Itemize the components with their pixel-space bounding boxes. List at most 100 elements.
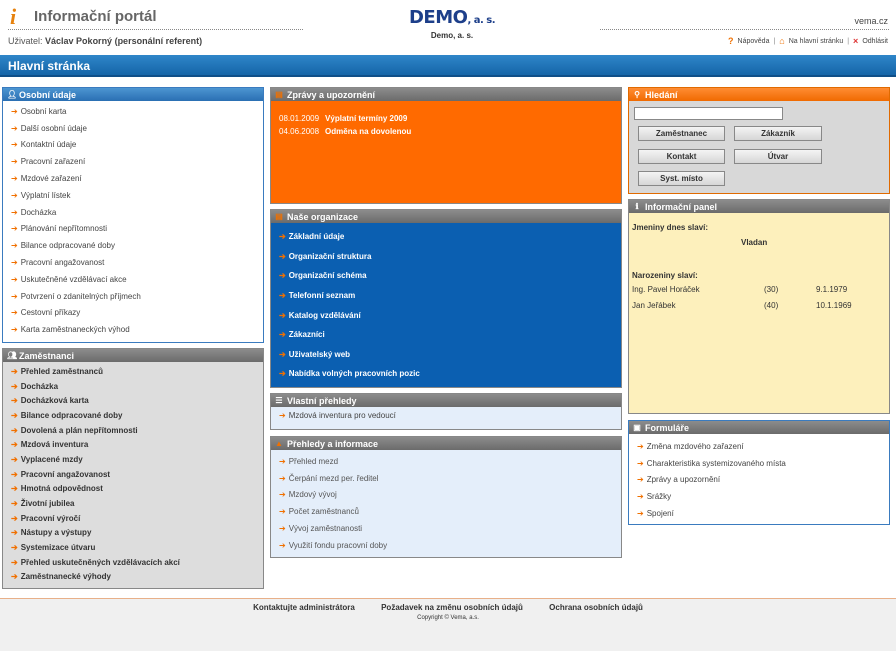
header-divider: [8, 29, 303, 30]
arrow-icon: ➔: [279, 251, 286, 261]
report-item[interactable]: ➔ Počet zaměstnanců: [271, 503, 621, 520]
form-item-label: Zprávy a upozornění: [646, 475, 721, 485]
arrow-icon: ➔: [637, 458, 644, 468]
arrow-icon: ➔: [11, 308, 18, 318]
personal-item[interactable]: ➔ Pracovní angažovanost: [3, 254, 263, 271]
news-item[interactable]: 04.06.2008 Odměna na dovolenou: [279, 127, 613, 140]
report-item[interactable]: ➔ Vývoj zaměstnanosti: [271, 520, 621, 537]
employee-item[interactable]: ➔ Docházková karta: [3, 393, 263, 408]
employee-item-label: Vyplacené mzdy: [20, 454, 83, 464]
news-panel: ▤ Zprávy a upozornění 08.01.2009 Výplatní…: [270, 87, 622, 204]
personal-item[interactable]: ➔ Docházka: [3, 204, 263, 221]
forms-panel: ▣ Formuláře ➔ Změna mzdového zařazení ➔ Cha…: [628, 420, 890, 525]
site-link[interactable]: vema.cz: [854, 16, 888, 26]
personal-item[interactable]: ➔ Potvrzení o zdanitelných příjmech: [3, 288, 263, 305]
logout-link[interactable]: Odhlásit: [862, 38, 888, 45]
org-item[interactable]: ➔ Uživatelský web: [271, 345, 621, 365]
employee-item[interactable]: ➔ Životní jubilea: [3, 496, 263, 511]
arrow-icon: ➔: [279, 473, 286, 483]
privacy-link[interactable]: Ochrana osobních údajů: [549, 603, 643, 612]
employee-item[interactable]: ➔ Přehled uskutečněných vzdělávacích akcí: [3, 555, 263, 570]
contact-admin-link[interactable]: Kontaktujte administrátora: [253, 603, 355, 612]
arrow-icon: ➔: [279, 369, 286, 379]
arrow-icon: ➔: [11, 174, 18, 184]
form-item[interactable]: ➔ Spojení: [629, 505, 889, 522]
personal-item[interactable]: ➔ Kontaktní údaje: [3, 137, 263, 154]
report-item[interactable]: ➔ Mzdový vývoj: [271, 487, 621, 504]
org-item[interactable]: ➔ Nabídka volných pracovních pozic: [271, 364, 621, 384]
header-divider: [600, 29, 889, 30]
report-item[interactable]: ➔ Čerpání mezd per. ředitel: [271, 470, 621, 487]
user-info: Uživatel: Václav Pokorný (personální ref…: [8, 36, 202, 46]
employee-item[interactable]: ➔ Docházka: [3, 379, 263, 394]
news-text: Odměna na dovolenou: [325, 127, 412, 136]
news-item[interactable]: 08.01.2009 Výplatní termíny 2009: [279, 114, 613, 127]
employee-item[interactable]: ➔ Nástupy a výstupy: [3, 526, 263, 541]
arrow-icon: ➔: [11, 454, 18, 464]
org-item[interactable]: ➔ Zákazníci: [271, 325, 621, 345]
search-position-button[interactable]: Syst. místo: [638, 171, 725, 186]
chart-icon: ▲: [275, 438, 283, 448]
birthdays-label: Narozeniny slaví:: [632, 271, 698, 280]
news-header: ▤ Zprávy a upozornění: [271, 88, 621, 101]
report-item[interactable]: ➔ Využití fondu pracovní doby: [271, 537, 621, 554]
form-item[interactable]: ➔ Změna mzdového zařazení: [629, 438, 889, 455]
employee-item[interactable]: ➔ Mzdová inventura: [3, 437, 263, 452]
employee-item[interactable]: ➔ Vyplacené mzdy: [3, 452, 263, 467]
own-report-item[interactable]: ➔ Mzdová inventura pro vedoucí: [271, 407, 621, 424]
search-unit-button[interactable]: Útvar: [734, 149, 822, 164]
help-link[interactable]: Nápověda: [738, 38, 770, 45]
org-item[interactable]: ➔ Katalog vzdělávání: [271, 305, 621, 325]
employee-item[interactable]: ➔ Pracovní angažovanost: [3, 467, 263, 482]
personal-item[interactable]: ➔ Pracovní zařazení: [3, 153, 263, 170]
change-request-link[interactable]: Požadavek na změnu osobních údajů: [381, 603, 523, 612]
org-item[interactable]: ➔ Organizační struktura: [271, 247, 621, 267]
brand-name-text: DEMO: [408, 7, 468, 28]
own-list: ➔ Mzdová inventura pro vedoucí: [271, 407, 621, 424]
personal-item-label: Pracovní angažovanost: [20, 258, 105, 268]
employee-item[interactable]: ➔ Hmotná odpovědnost: [3, 482, 263, 497]
personal-item[interactable]: ➔ Osobní karta: [3, 103, 263, 120]
arrow-icon: ➔: [11, 410, 18, 420]
report-item-label: Čerpání mezd per. ředitel: [288, 473, 379, 483]
arrow-icon: ➔: [279, 291, 286, 301]
own-title: Vlastní přehledy: [287, 395, 357, 406]
birthday-date: 9.1.1979: [816, 285, 848, 294]
own-panel: ☰ Vlastní přehledy ➔ Mzdová inventura pro…: [270, 393, 622, 430]
org-item[interactable]: ➔ Organizační schéma: [271, 266, 621, 286]
employee-item[interactable]: ➔ Přehled zaměstnanců: [3, 364, 263, 379]
page-title: Hlavní stránka: [0, 55, 896, 77]
employee-item[interactable]: ➔ Systemizace útvaru: [3, 540, 263, 555]
search-title: Hledání: [645, 89, 678, 100]
birthday-age: (40): [764, 301, 779, 310]
form-item[interactable]: ➔ Charakteristika systemizovaného místa: [629, 455, 889, 472]
search-input[interactable]: [634, 107, 783, 120]
org-item[interactable]: ➔ Telefonní seznam: [271, 286, 621, 306]
personal-item[interactable]: ➔ Plánování nepřítomnosti: [3, 221, 263, 238]
form-item[interactable]: ➔ Srážky: [629, 488, 889, 505]
employee-item[interactable]: ➔ Zaměstnanecké výhody: [3, 570, 263, 585]
personal-item[interactable]: ➔ Karta zaměstnaneckých výhod: [3, 321, 263, 338]
personal-item[interactable]: ➔ Výplatní lístek: [3, 187, 263, 204]
form-item[interactable]: ➔ Zprávy a upozornění: [629, 472, 889, 489]
personal-item[interactable]: ➔ Další osobní údaje: [3, 120, 263, 137]
search-customer-button[interactable]: Zákazník: [734, 126, 822, 141]
namedays-value: Vladan: [741, 238, 768, 247]
org-item-label: Organizační schéma: [288, 271, 367, 281]
search-employee-button[interactable]: Zaměstnanec: [638, 126, 725, 141]
personal-item[interactable]: ➔ Uskutečněné vzdělávací akce: [3, 271, 263, 288]
report-item-label: Mzdový vývoj: [288, 490, 337, 500]
home-link[interactable]: Na hlavní stránku: [789, 38, 843, 45]
personal-item[interactable]: ➔ Bilance odpracované doby: [3, 237, 263, 254]
personal-item[interactable]: ➔ Cestovní příkazy: [3, 305, 263, 322]
personal-item[interactable]: ➔ Mzdové zařazení: [3, 170, 263, 187]
search-contact-button[interactable]: Kontakt: [638, 149, 725, 164]
brand-logo[interactable]: DEMO, a. s. Demo, a. s.: [390, 7, 514, 41]
employee-item[interactable]: ➔ Dovolená a plán nepřítomnosti: [3, 423, 263, 438]
employee-item-label: Přehled uskutečněných vzdělávacích akcí: [20, 557, 180, 567]
employee-item[interactable]: ➔ Bilance odpracované doby: [3, 408, 263, 423]
reports-list: ➔ Přehled mezd ➔ Čerpání mezd per. ředitel ➔…: [271, 450, 621, 554]
org-item[interactable]: ➔ Základní údaje: [271, 227, 621, 247]
employee-item[interactable]: ➔ Pracovní výročí: [3, 511, 263, 526]
report-item[interactable]: ➔ Přehled mezd: [271, 453, 621, 470]
